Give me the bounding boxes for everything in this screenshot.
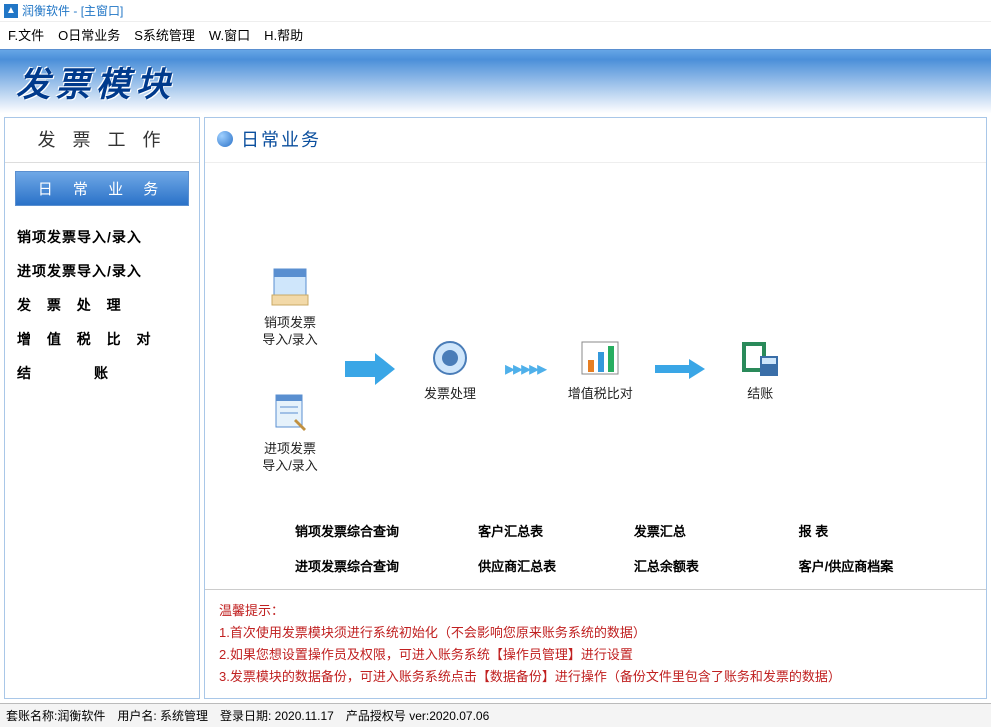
flow-label: 增值税比对 [568, 386, 633, 403]
links-row: 销项发票综合查询 进项发票综合查询 客户汇总表 供应商汇总表 发票汇总 汇总余额… [245, 521, 966, 575]
tips-title: 温馨提示： [219, 600, 972, 622]
link-invoice-summary[interactable]: 发票汇总 [634, 521, 799, 540]
invoice-icon [266, 263, 314, 311]
banner: 发票模块 [0, 49, 991, 113]
main-header: 日常业务 [205, 118, 986, 163]
status-license: 产品授权号 ver:2020.07.06 [346, 707, 489, 724]
link-purchase-query[interactable]: 进项发票综合查询 [295, 556, 478, 575]
flow-invoice-process[interactable]: 发票处理 [405, 334, 495, 403]
flow-input-column: 销项发票导入/录入 进项发票导入/录入 [245, 263, 335, 475]
arrow-icon [655, 359, 705, 379]
flow: 销项发票导入/录入 进项发票导入/录入 [245, 263, 966, 475]
sidebar-item-closing[interactable]: 结账 [5, 356, 199, 390]
link-balance-summary[interactable]: 汇总余额表 [634, 556, 799, 575]
menu-window[interactable]: W.窗口 [209, 25, 250, 44]
sidebar: 发 票 工 作 日 常 业 务 销项发票导入/录入 进项发票导入/录入 发 票 … [4, 117, 200, 699]
app-icon: ▲ [4, 4, 18, 18]
tip-line-2: 2.如果您想设置操作员及权限，可进入账务系统【操作员管理】进行设置 [219, 644, 972, 666]
sidebar-active-daily[interactable]: 日 常 业 务 [15, 171, 189, 206]
menu-system[interactable]: S系统管理 [134, 25, 195, 44]
tip-line-1: 1.首次使用发票模块须进行系统初始化（不会影响您原来账务系统的数据） [219, 622, 972, 644]
chart-icon [576, 334, 624, 382]
flow-sales-import[interactable]: 销项发票导入/录入 [245, 263, 335, 349]
sidebar-title: 发 票 工 作 [5, 118, 199, 163]
arrow-dotted-icon: ▸▸▸▸▸ [505, 356, 545, 381]
status-login-date: 登录日期: 2020.11.17 [220, 707, 334, 724]
titlebar: ▲ 润衡软件 - [主窗口] [0, 0, 991, 22]
sidebar-item-purchase-import[interactable]: 进项发票导入/录入 [5, 254, 199, 288]
content: 发 票 工 作 日 常 业 务 销项发票导入/录入 进项发票导入/录入 发 票 … [0, 113, 991, 703]
gear-globe-icon [426, 334, 474, 382]
main-header-title: 日常业务 [241, 126, 321, 152]
statusbar: 套账名称:润衡软件 用户名: 系统管理 登录日期: 2020.11.17 产品授… [0, 703, 991, 727]
link-supplier-summary[interactable]: 供应商汇总表 [478, 556, 634, 575]
sidebar-item-invoice-process[interactable]: 发 票 处 理 [5, 288, 199, 322]
flow-closing[interactable]: 结账 [715, 334, 805, 403]
tips-box: 温馨提示： 1.首次使用发票模块须进行系统初始化（不会影响您原来账务系统的数据）… [205, 589, 986, 698]
flow-label: 销项发票导入/录入 [262, 315, 318, 349]
flow-label: 进项发票导入/录入 [262, 441, 318, 475]
flow-vat-compare[interactable]: 增值税比对 [555, 334, 645, 403]
main-panel: 日常业务 销项发票导入/录入 进项发票导入/录入 [204, 117, 987, 699]
header-dot-icon [217, 131, 233, 147]
tip-line-3: 3.发票模块的数据备份，可进入账务系统点击【数据备份】进行操作（备份文件里包含了… [219, 666, 972, 688]
link-reports[interactable]: 报 表 [799, 521, 936, 540]
status-user: 用户名: 系统管理 [117, 707, 208, 724]
flow-purchase-import[interactable]: 进项发票导入/录入 [245, 389, 335, 475]
link-sales-query[interactable]: 销项发票综合查询 [295, 521, 478, 540]
menu-help[interactable]: H.帮助 [264, 25, 303, 44]
menu-daily[interactable]: O日常业务 [58, 25, 120, 44]
link-customer-summary[interactable]: 客户汇总表 [478, 521, 634, 540]
document-pen-icon [266, 389, 314, 437]
status-account: 套账名称:润衡软件 [6, 707, 105, 724]
menubar: F.文件 O日常业务 S系统管理 W.窗口 H.帮助 [0, 22, 991, 49]
sidebar-item-vat-compare[interactable]: 增 值 税 比 对 [5, 322, 199, 356]
ledger-calc-icon [736, 334, 784, 382]
flow-label: 发票处理 [424, 386, 476, 403]
flow-area: 销项发票导入/录入 进项发票导入/录入 [205, 163, 986, 589]
app-title: 润衡软件 - [主窗口] [22, 2, 123, 19]
sidebar-item-sales-import[interactable]: 销项发票导入/录入 [5, 220, 199, 254]
menu-file[interactable]: F.文件 [8, 25, 44, 44]
arrow-icon [345, 349, 395, 389]
link-partner-archive[interactable]: 客户/供应商档案 [799, 556, 936, 575]
flow-label: 结账 [747, 386, 773, 403]
module-title: 发票模块 [16, 57, 176, 106]
